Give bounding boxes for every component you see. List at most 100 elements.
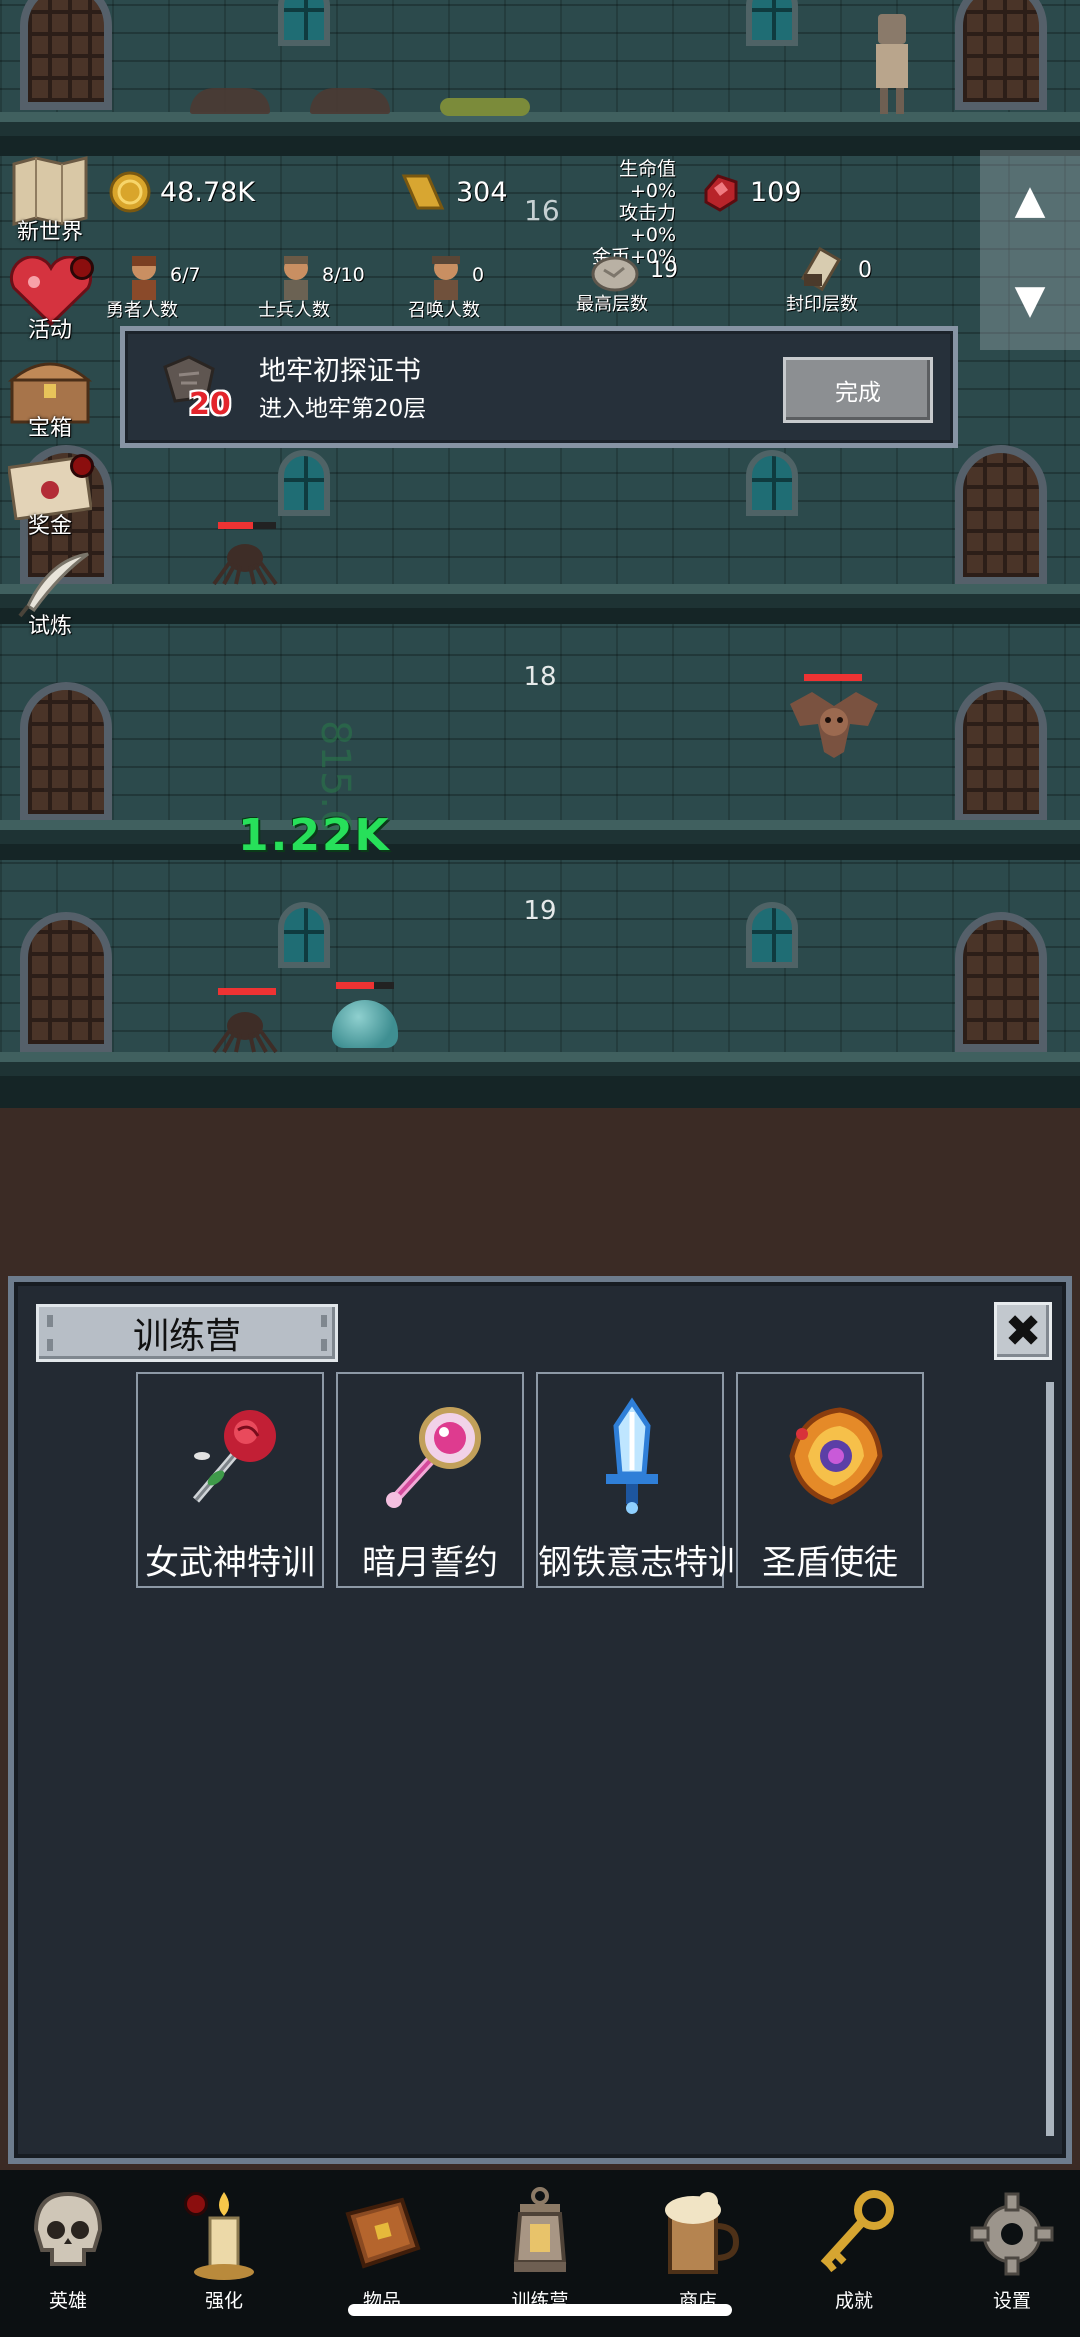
- scrollbar[interactable]: [1046, 1382, 1054, 2136]
- training-card-dark-moon[interactable]: 暗月誓约: [336, 1372, 524, 1588]
- enemy-hp-fill: [336, 982, 374, 989]
- lantern-icon: [513, 2187, 567, 2272]
- home-indicator[interactable]: [348, 2304, 732, 2316]
- hero-portrait-icon: [132, 256, 156, 300]
- nav-item-shop[interactable]: 商店: [638, 2184, 758, 2313]
- panel-title-text: 训练营: [132, 1316, 241, 1357]
- nav-label: 设置: [992, 2290, 1031, 2312]
- nav-item-items[interactable]: 物品: [322, 2184, 442, 2313]
- floor-number: 19: [523, 896, 557, 926]
- nav-item-heroes[interactable]: 英雄: [8, 2184, 128, 2313]
- floor-up-button[interactable]: ▲: [980, 150, 1080, 250]
- ice-sword-icon: [606, 1397, 658, 1514]
- damage-number: 1.22K: [238, 810, 391, 861]
- gold-bar-icon: [401, 174, 445, 210]
- gear-icon: [970, 2192, 1054, 2276]
- window: [278, 0, 330, 46]
- buff-hp: 生命值+0%: [618, 158, 676, 202]
- soldier-count-label: 士兵人数: [258, 300, 330, 321]
- quest-title: 地牢初探证书: [259, 356, 421, 387]
- enemy-hp-fill: [218, 988, 276, 995]
- max-floor-value: 19: [650, 258, 678, 283]
- hero-count: 6/7: [170, 264, 201, 286]
- training-card-iron-will[interactable]: 钢铁意志特训: [536, 1372, 742, 1588]
- sealed-floor-label: 封印层数: [786, 294, 858, 315]
- rivet: [321, 1315, 327, 1327]
- panel-title: 训练营: [36, 1304, 338, 1362]
- mug-icon: [665, 2192, 740, 2274]
- quest-banner: 20 地牢初探证书 进入地牢第20层 完成: [120, 326, 958, 448]
- gold-bar-counter: 304: [398, 170, 508, 214]
- side-item-label: 活动: [27, 318, 72, 343]
- bat-enemy: [790, 692, 878, 758]
- door: [955, 0, 1047, 110]
- door: [955, 682, 1047, 822]
- nav-item-training-camp[interactable]: 训练营: [480, 2184, 600, 2313]
- enemy-hp-fill: [218, 522, 253, 529]
- scroll-icon: [800, 246, 842, 292]
- moon-scepter-icon: [386, 1407, 481, 1508]
- floor-top-ledge: [0, 112, 1080, 156]
- nav-label: 英雄: [48, 2290, 87, 2312]
- side-item-trial[interactable]: 试炼: [0, 546, 100, 640]
- notification-dot: [70, 256, 94, 280]
- holy-shield-icon: [789, 1407, 883, 1505]
- side-item-label: 宝箱: [27, 416, 72, 441]
- hero-count-label: 勇者人数: [106, 300, 178, 321]
- training-card-valkyrie[interactable]: 女武神特训: [136, 1372, 324, 1588]
- enemy-hp-bar: [218, 988, 276, 995]
- soldier-portrait-icon: [284, 256, 308, 300]
- side-item-label: 试炼: [27, 614, 72, 639]
- summon-portrait-icon: [432, 256, 460, 300]
- side-item-label: 新世界: [16, 220, 83, 245]
- buff-attack: 攻击力+0%: [618, 202, 676, 246]
- nav-item-achievements[interactable]: 成就: [794, 2184, 914, 2313]
- training-card-name: 女武神特训: [145, 1543, 315, 1583]
- gold-counter: 48.78K: [108, 170, 255, 214]
- notification-dot: [70, 454, 94, 478]
- quest-icon: 20: [159, 353, 239, 429]
- current-floor: 16: [524, 194, 560, 227]
- slime-remains: [440, 98, 530, 116]
- rose-wand-icon: [192, 1410, 276, 1503]
- quest-complete-button[interactable]: 完成: [783, 357, 933, 423]
- training-camp-panel: 训练营 ✖ 女武神特训 暗月誓约 钢铁意志特训 圣盾使徒: [8, 1276, 1072, 2164]
- floor-17-ledge: [0, 584, 1080, 624]
- gold-coin-icon: [109, 171, 151, 213]
- ruby-icon: [704, 174, 738, 212]
- floor-19-ledge: [0, 1052, 1080, 1108]
- floor-down-button[interactable]: ▼: [980, 250, 1080, 350]
- skull-icon: [33, 2191, 103, 2266]
- side-item-new-world[interactable]: 新世界: [0, 154, 100, 246]
- nav-item-settings[interactable]: 设置: [952, 2184, 1072, 2313]
- chevron-up-icon: ▲: [1014, 177, 1046, 223]
- close-icon: ✖: [1004, 1305, 1042, 1357]
- enemy-hp-fill: [804, 674, 862, 681]
- floor-19: [0, 860, 1080, 1060]
- side-item-chest[interactable]: 宝箱: [0, 350, 100, 442]
- window: [746, 450, 798, 516]
- side-item-event[interactable]: 活动: [0, 252, 100, 344]
- nav-item-enhance[interactable]: 强化: [164, 2184, 284, 2313]
- nav-label: 强化: [204, 2290, 243, 2312]
- nav-label: 成就: [834, 2290, 873, 2312]
- door: [20, 0, 112, 110]
- gold-value: 48.78K: [160, 176, 256, 208]
- door: [955, 445, 1047, 585]
- gem-value: 109: [750, 176, 802, 208]
- training-card-name: 暗月誓约: [362, 1543, 498, 1583]
- door: [20, 912, 112, 1052]
- side-item-bonus[interactable]: 奖金: [0, 448, 100, 540]
- rivet: [47, 1339, 53, 1351]
- training-card-holy-shield[interactable]: 圣盾使徒: [736, 1372, 924, 1588]
- soldier-count: 8/10: [322, 264, 365, 286]
- enemy-hp-bar: [336, 982, 394, 989]
- floor-18-ledge: [0, 820, 1080, 860]
- summon-count: 0: [472, 264, 485, 286]
- close-button[interactable]: ✖: [994, 1302, 1052, 1360]
- side-item-label: 奖金: [27, 514, 72, 539]
- quest-badge: 20: [189, 387, 231, 422]
- summon-count-label: 召唤人数: [408, 300, 480, 321]
- max-floor-label: 最高层数: [576, 294, 648, 315]
- door: [20, 682, 112, 822]
